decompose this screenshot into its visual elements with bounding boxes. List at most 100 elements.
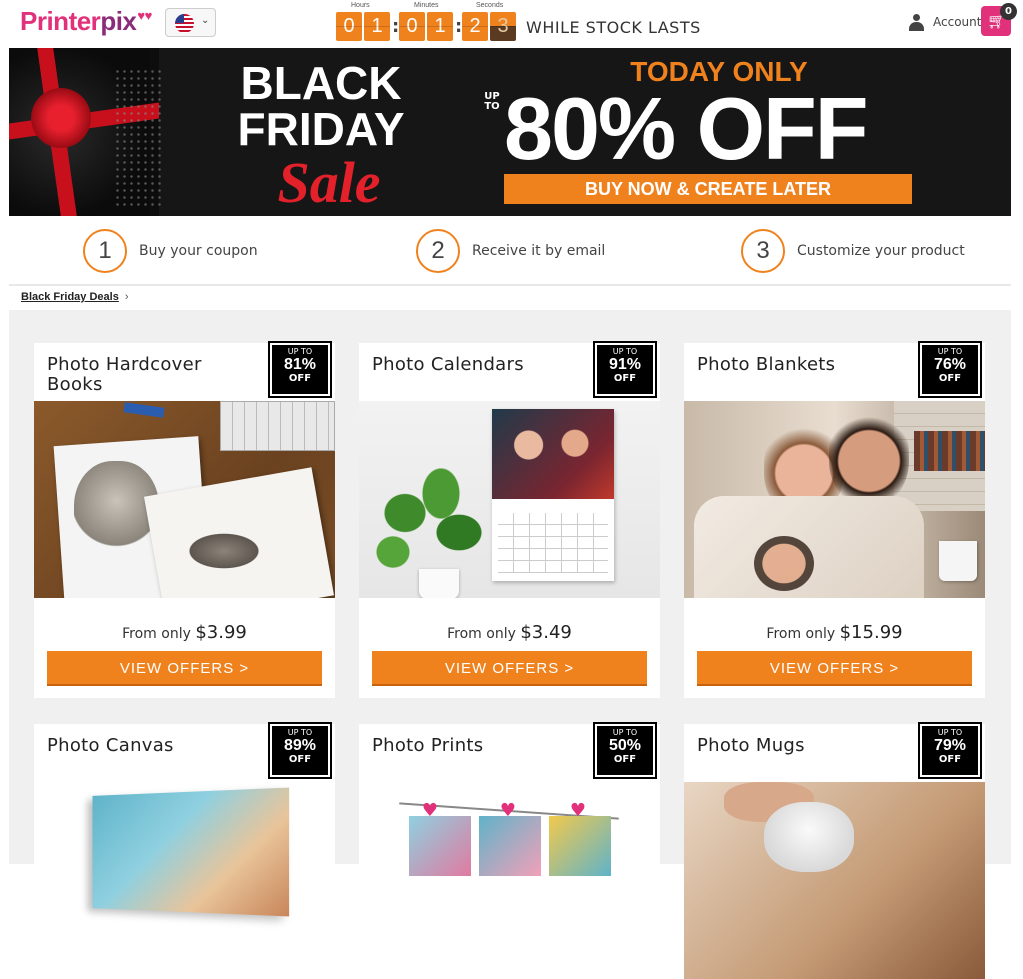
timer-digit: 1 <box>364 12 390 41</box>
price-prefix: From only <box>447 626 516 642</box>
discount-badge: UP TO 81% OFF <box>268 341 332 398</box>
badge-upto: UP TO <box>937 728 963 737</box>
heart-peg-icon: ♥ <box>421 800 439 821</box>
view-offers-button[interactable]: VIEW OFFERS > <box>372 651 647 686</box>
badge-off: OFF <box>288 754 312 765</box>
banner-sale-script: Sale <box>277 150 381 215</box>
logo-text-pix: pix <box>100 6 137 36</box>
price-value: $3.49 <box>520 622 572 643</box>
badge-upto: UP TO <box>612 728 638 737</box>
view-offers-button[interactable]: VIEW OFFERS > <box>697 651 972 686</box>
account-link[interactable]: Account <box>900 12 981 32</box>
country-selector[interactable]: ⌄ <box>165 8 216 37</box>
logo-text-printer: Printer <box>20 6 101 36</box>
hours-label: Hours <box>351 2 370 9</box>
step-text: Buy your coupon <box>139 243 258 259</box>
badge-off: OFF <box>288 373 312 384</box>
product-image[interactable] <box>34 401 335 598</box>
account-label: Account <box>933 15 982 29</box>
badge-upto: UP TO <box>612 347 638 356</box>
us-flag-icon <box>175 14 194 33</box>
badge-upto: UP TO <box>287 728 313 737</box>
product-card-canvas[interactable]: Photo Canvas UP TO 89% OFF <box>34 722 335 979</box>
badge-off: OFF <box>938 754 962 765</box>
discount-badge: UP TO 89% OFF <box>268 722 332 779</box>
black-friday-banner[interactable]: BLACK FRIDAY Sale TODAY ONLY UP TO 80% O… <box>9 48 1011 216</box>
step-number: 3 <box>741 229 785 273</box>
price-value: $3.99 <box>195 622 247 643</box>
product-image[interactable] <box>34 782 335 979</box>
badge-percent: 81% <box>283 356 317 373</box>
card-title: Photo Hardcover Books <box>47 354 202 395</box>
badge-percent: 76% <box>933 356 967 373</box>
banner-upto: UP TO <box>484 91 500 112</box>
gift-box-image <box>9 48 164 216</box>
heart-peg-icon: ♥ <box>499 800 517 821</box>
product-card-mugs[interactable]: Photo Mugs UP TO 79% OFF <box>684 722 985 979</box>
card-title: Photo Canvas <box>47 735 174 756</box>
step-number: 1 <box>83 229 127 273</box>
seconds-label: Seconds <box>476 2 504 9</box>
discount-badge: UP TO 91% OFF <box>593 341 657 398</box>
product-card-prints[interactable]: Photo Prints UP TO 50% OFF ♥ ♥ ♥ <box>359 722 660 979</box>
product-image[interactable] <box>359 401 660 598</box>
price-line: From only $15.99 <box>684 622 985 643</box>
timer-digit: 3 <box>490 12 516 41</box>
user-icon <box>908 13 925 31</box>
banner-title-line: FRIDAY <box>237 103 405 155</box>
step-2: 2 Receive it by email <box>416 228 605 274</box>
product-image[interactable]: ♥ ♥ ♥ <box>359 782 660 979</box>
price-line: From only $3.49 <box>359 622 660 643</box>
step-text: Customize your product <box>797 243 965 259</box>
product-image[interactable] <box>684 782 985 979</box>
product-image[interactable] <box>684 401 985 598</box>
price-value: $15.99 <box>839 622 903 643</box>
badge-upto: UP TO <box>287 347 313 356</box>
discount-badge: UP TO 79% OFF <box>918 722 982 779</box>
banner-discount: 80% OFF <box>504 79 869 178</box>
step-text: Receive it by email <box>472 243 606 259</box>
timer-digit: 1 <box>427 12 453 41</box>
stock-notice: WHILE STOCK LASTS <box>526 18 701 37</box>
badge-off: OFF <box>938 373 962 384</box>
badge-percent: 50% <box>608 737 642 754</box>
minutes-label: Minutes <box>414 2 439 9</box>
step-3: 3 Customize your product <box>741 228 965 274</box>
badge-percent: 89% <box>283 737 317 754</box>
timer-digit: 0 <box>336 12 362 41</box>
view-offers-button[interactable]: VIEW OFFERS > <box>47 651 322 686</box>
badge-percent: 91% <box>608 356 642 373</box>
badge-off: OFF <box>613 373 637 384</box>
chevron-right-icon: › <box>124 291 129 303</box>
price-prefix: From only <box>766 626 836 642</box>
product-card-blankets[interactable]: Photo Blankets UP TO 76% OFF From only $… <box>684 341 985 698</box>
badge-percent: 79% <box>933 737 967 754</box>
product-card-books[interactable]: Photo Hardcover Books UP TO 81% OFF From… <box>34 341 335 698</box>
cart-count-badge: 0 <box>1000 3 1017 20</box>
card-title: Photo Blankets <box>697 354 836 375</box>
card-title: Photo Mugs <box>697 735 805 756</box>
product-card-calendars[interactable]: Photo Calendars UP TO 91% OFF From only … <box>359 341 660 698</box>
banner-title-line: BLACK <box>240 57 402 109</box>
price-prefix: From only <box>122 626 191 642</box>
cart-button[interactable]: 🛒︎ 0 <box>981 3 1017 36</box>
chevron-down-icon: ⌄ <box>201 15 210 26</box>
breadcrumb: Black Friday Deals › <box>21 291 129 303</box>
step-number: 2 <box>416 229 460 273</box>
banner-cta[interactable]: BUY NOW & CREATE LATER <box>504 174 912 204</box>
badge-off: OFF <box>613 754 637 765</box>
heart-icon: ♥♥ <box>137 8 152 23</box>
price-line: From only $3.99 <box>34 622 335 643</box>
card-title: Photo Prints <box>372 735 484 756</box>
breadcrumb-link[interactable]: Black Friday Deals <box>21 291 119 303</box>
timer-digit: 2 <box>462 12 488 41</box>
banner-title: BLACK FRIDAY <box>231 60 411 152</box>
product-grid: Photo Hardcover Books UP TO 81% OFF From… <box>9 310 1011 979</box>
printerpix-logo[interactable]: Printerpix♥♥ <box>20 6 152 37</box>
badge-upto: UP TO <box>937 347 963 356</box>
timer-digit: 0 <box>399 12 425 41</box>
step-1: 1 Buy your coupon <box>83 228 258 274</box>
heart-peg-icon: ♥ <box>569 800 587 821</box>
discount-badge: UP TO 76% OFF <box>918 341 982 398</box>
discount-badge: UP TO 50% OFF <box>593 722 657 779</box>
